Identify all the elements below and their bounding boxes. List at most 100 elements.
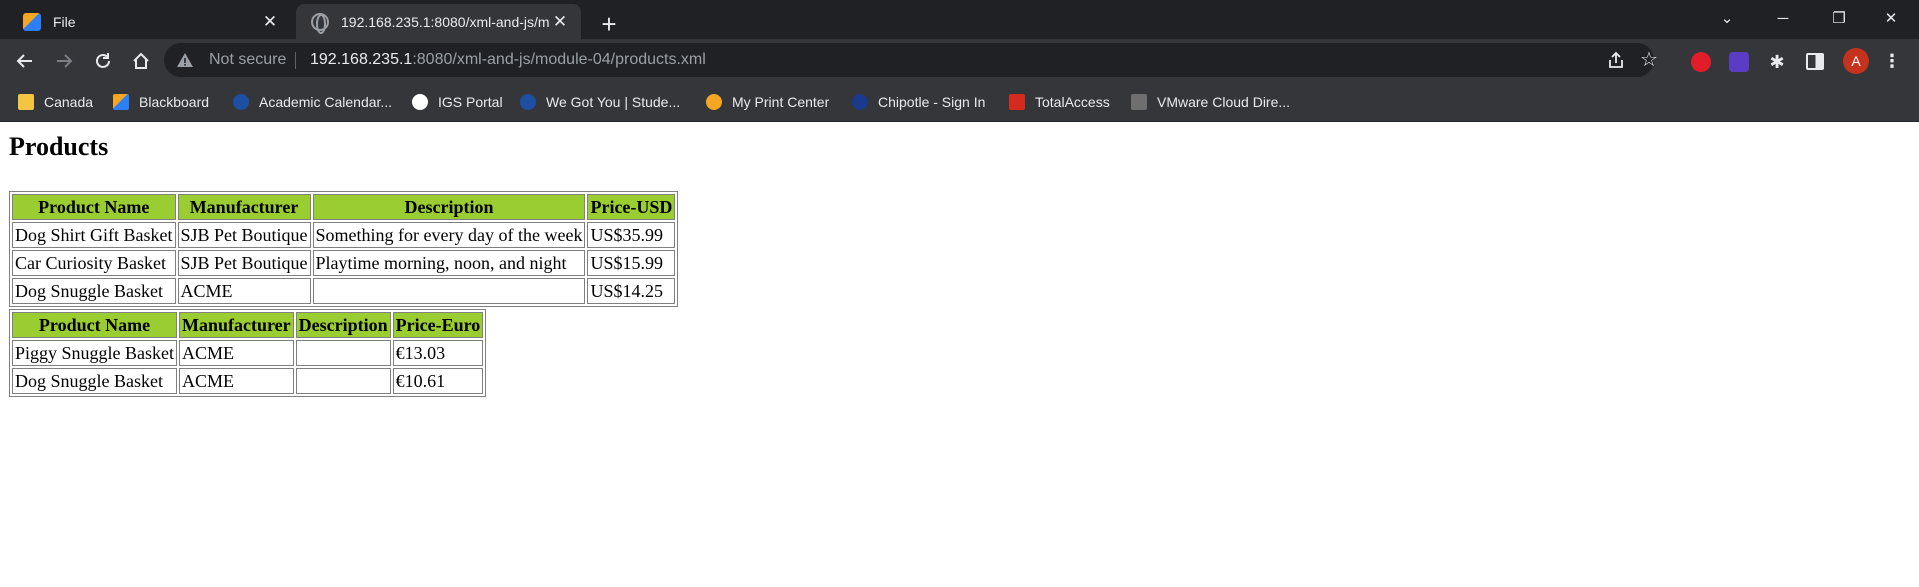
manufacturer-cell: SJB Pet Boutique	[177, 250, 311, 276]
bookmark-label: Canada	[44, 94, 94, 110]
title-bar: File ✕ 192.168.235.1:8080/xml-and-js/m ✕…	[0, 0, 1919, 39]
school-icon	[520, 94, 536, 110]
totalaccess-icon	[1009, 94, 1025, 110]
home-button[interactable]	[125, 45, 157, 77]
reload-button[interactable]	[87, 45, 119, 77]
column-header: Price-USD	[587, 194, 676, 220]
product-name-cell: Piggy Snuggle Basket	[12, 340, 178, 366]
close-window-button[interactable]: ✕	[1863, 0, 1919, 36]
price-cell: €10.61	[392, 368, 484, 394]
print-icon	[706, 94, 722, 110]
table-header-row: Product Name Manufacturer Description Pr…	[12, 194, 676, 220]
forward-button[interactable]	[48, 45, 80, 77]
tab-title: File	[53, 13, 76, 30]
table-row: Car Curiosity Basket SJB Pet Boutique Pl…	[12, 250, 676, 276]
url-text[interactable]: 192.168.235.1:8080/xml-and-js/module-04/…	[310, 51, 706, 69]
tab-products-xml[interactable]: 192.168.235.1:8080/xml-and-js/m ✕	[296, 4, 581, 39]
price-cell: €13.03	[392, 340, 484, 366]
side-panel-icon[interactable]	[1806, 53, 1824, 70]
reload-icon	[96, 53, 110, 68]
description-cell: Playtime morning, noon, and night	[312, 250, 586, 276]
description-cell	[295, 340, 391, 366]
table-row: Dog Snuggle Basket ACME €10.61	[12, 368, 484, 394]
bookmark-academic-calendar[interactable]: Academic Calendar...	[233, 91, 392, 113]
bookmark-label: TotalAccess	[1035, 94, 1110, 110]
bookmark-label: Blackboard	[139, 94, 210, 110]
bookmark-label: VMware Cloud Dire...	[1157, 94, 1291, 110]
tab-title: 192.168.235.1:8080/xml-and-js/m	[341, 13, 549, 30]
home-icon	[133, 52, 149, 69]
column-header: Manufacturer	[179, 312, 294, 338]
new-tab-button[interactable]: +	[593, 8, 625, 40]
bookmark-chipotle[interactable]: Chipotle - Sign In	[852, 91, 985, 113]
bookmark-label: We Got You | Stude...	[546, 94, 681, 110]
product-name-cell: Car Curiosity Basket	[12, 250, 176, 276]
close-icon[interactable]: ✕	[549, 11, 571, 33]
url-path: :8080/xml-and-js/module-04/products.xml	[412, 51, 706, 68]
back-button[interactable]	[9, 45, 41, 77]
description-cell	[312, 278, 586, 304]
manufacturer-cell: ACME	[177, 278, 311, 304]
browser-toolbar: Not secure 192.168.235.1:8080/xml-and-js…	[0, 39, 1919, 82]
column-header: Description	[295, 312, 391, 338]
not-secure-label[interactable]: Not secure	[209, 51, 286, 69]
file-icon	[23, 12, 41, 31]
price-cell: US$14.25	[587, 278, 676, 304]
address-bar[interactable]: Not secure 192.168.235.1:8080/xml-and-js…	[164, 43, 1658, 77]
description-cell: Something for every day of the week	[312, 222, 586, 248]
manufacturer-cell: SJB Pet Boutique	[177, 222, 311, 248]
restore-button[interactable]: ❐	[1811, 0, 1867, 36]
share-icon[interactable]	[1607, 51, 1625, 69]
products-usd-table: Product Name Manufacturer Description Pr…	[9, 191, 679, 307]
chipotle-icon	[852, 94, 868, 110]
price-cell: US$35.99	[587, 222, 676, 248]
column-header: Description	[312, 194, 586, 220]
bookmarks-bar: Canada Blackboard Academic Calendar... I…	[0, 82, 1919, 122]
description-cell	[295, 368, 391, 394]
forward-arrow-icon	[57, 54, 73, 68]
table-row: Piggy Snuggle Basket ACME €13.03	[12, 340, 484, 366]
column-header: Product Name	[12, 194, 176, 220]
globe-icon	[311, 12, 329, 34]
manufacturer-cell: ACME	[179, 340, 294, 366]
bookmark-label: Chipotle - Sign In	[878, 94, 986, 110]
extension-icon[interactable]	[1729, 52, 1749, 72]
products-euro-table: Product Name Manufacturer Description Pr…	[9, 309, 487, 397]
product-name-cell: Dog Snuggle Basket	[12, 368, 178, 394]
bookmark-star-icon[interactable]: ☆	[1638, 49, 1660, 71]
product-name-cell: Dog Shirt Gift Basket	[12, 222, 176, 248]
bookmark-my-print-center[interactable]: My Print Center	[706, 91, 829, 113]
column-header: Manufacturer	[177, 194, 311, 220]
price-cell: US$15.99	[587, 250, 676, 276]
url-host: 192.168.235.1	[310, 51, 413, 68]
column-header: Price-Euro	[392, 312, 484, 338]
extensions-puzzle-icon[interactable]: ✱	[1767, 52, 1787, 72]
bookmark-blackboard[interactable]: Blackboard	[113, 91, 209, 113]
igs-icon	[412, 94, 428, 110]
table-row: Dog Shirt Gift Basket SJB Pet Boutique S…	[12, 222, 676, 248]
page-content: Products Product Name Manufacturer Descr…	[0, 123, 1919, 587]
avatar[interactable]: A	[1843, 48, 1869, 74]
warning-icon[interactable]	[176, 51, 194, 69]
school-icon	[233, 94, 249, 110]
adblock-extension-icon[interactable]	[1691, 52, 1711, 72]
bookmark-label: IGS Portal	[438, 94, 503, 110]
bookmark-igs-portal[interactable]: IGS Portal	[412, 91, 503, 113]
bookmark-canada[interactable]: Canada	[18, 91, 93, 113]
divider	[295, 52, 296, 69]
manufacturer-cell: ACME	[179, 368, 294, 394]
table-row: Dog Snuggle Basket ACME US$14.25	[12, 278, 676, 304]
tab-file[interactable]: File ✕	[8, 4, 291, 39]
minimize-button[interactable]: ─	[1755, 0, 1811, 36]
close-icon[interactable]: ✕	[259, 11, 281, 33]
bookmark-label: My Print Center	[732, 94, 830, 110]
bookmark-we-got-you[interactable]: We Got You | Stude...	[520, 91, 680, 113]
page-title: Products	[9, 132, 109, 161]
kebab-menu-icon[interactable]: ⋮	[1882, 48, 1902, 74]
bookmark-vmware[interactable]: VMware Cloud Dire...	[1131, 91, 1290, 113]
bookmark-totalaccess[interactable]: TotalAccess	[1009, 91, 1110, 113]
table-header-row: Product Name Manufacturer Description Pr…	[12, 312, 484, 338]
vmware-icon	[1131, 94, 1147, 110]
tab-search-icon[interactable]: ⌄	[1699, 0, 1755, 36]
back-arrow-icon	[16, 54, 32, 68]
